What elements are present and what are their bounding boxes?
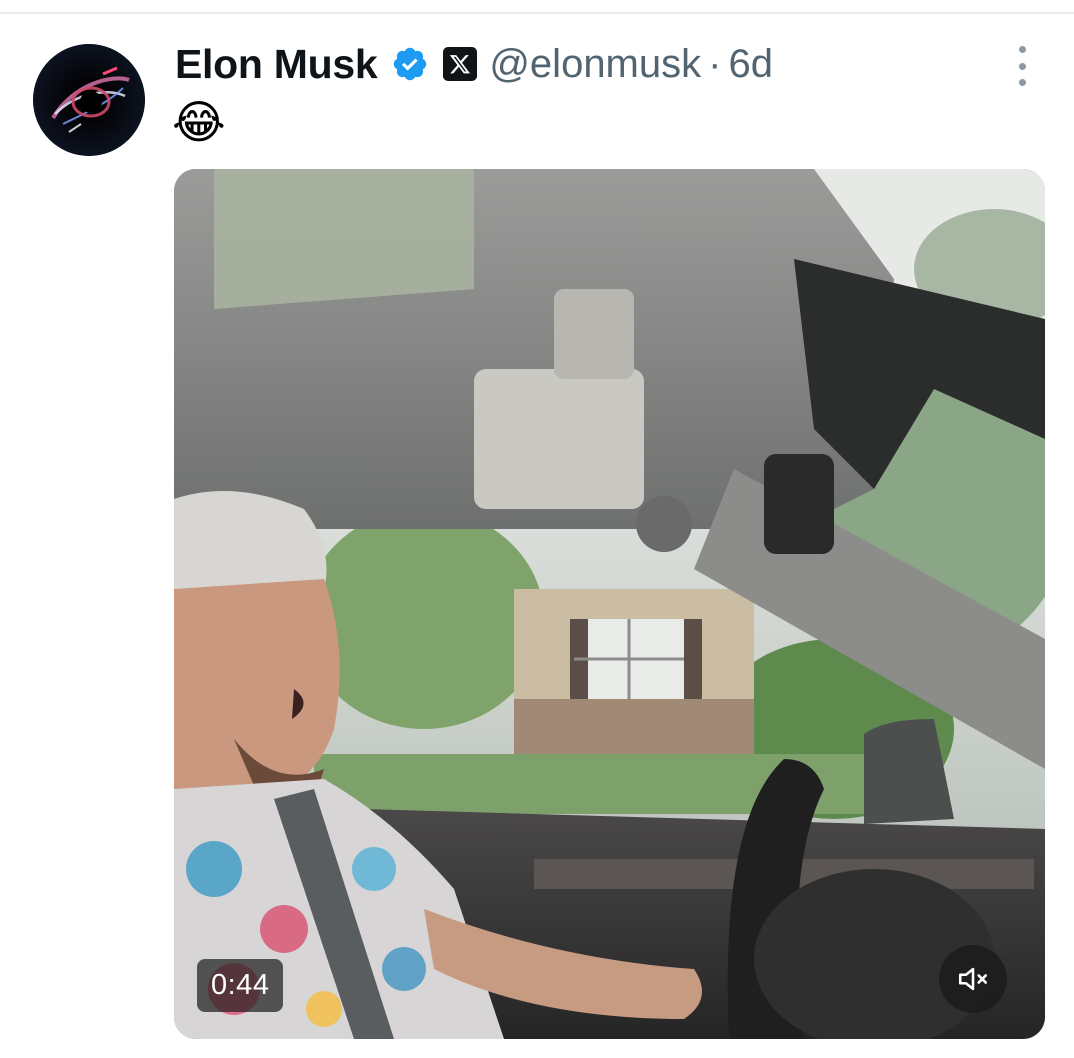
tweet-text: 😂 [172, 96, 226, 148]
author-name[interactable]: Elon Musk [175, 41, 378, 88]
x-logo-icon[interactable] [443, 47, 478, 81]
more-options-icon[interactable] [1008, 46, 1036, 86]
video-thumbnail [174, 169, 1045, 1039]
avatar[interactable] [33, 44, 145, 156]
verified-badge-icon[interactable] [391, 45, 429, 83]
separator-dot: · [708, 41, 722, 86]
video-player[interactable]: 0:44 [174, 169, 1045, 1039]
tweet-timestamp[interactable]: 6d [728, 42, 773, 87]
muted-speaker-icon[interactable] [939, 945, 1007, 1013]
avatar-image [33, 44, 145, 156]
tweet-card: Elon Musk @elonmusk · 6d 😂 0:44 [0, 0, 1074, 1058]
author-handle[interactable]: @elonmusk [489, 42, 701, 87]
video-duration-badge: 0:44 [197, 959, 284, 1012]
tweet-header: Elon Musk @elonmusk · 6d [175, 38, 773, 90]
divider [0, 12, 1074, 14]
